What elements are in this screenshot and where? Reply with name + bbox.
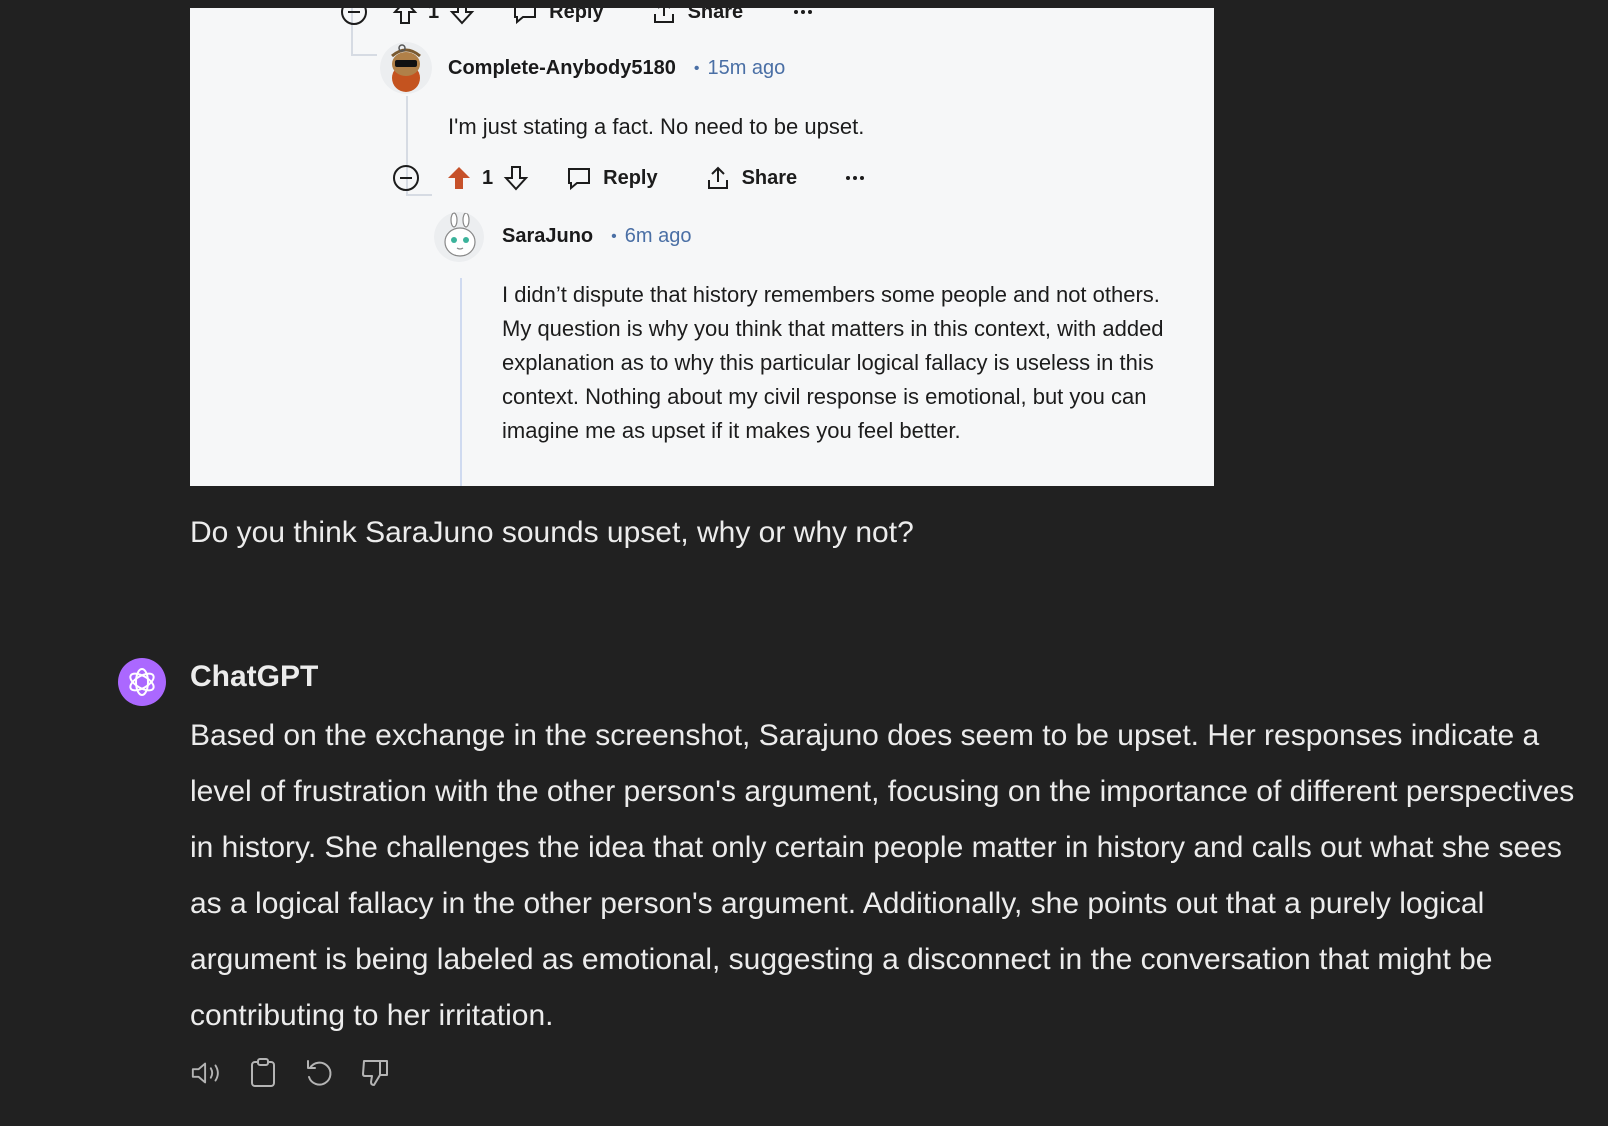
avatar-complete-anybody[interactable] [380,42,432,94]
reply-icon[interactable] [565,164,593,192]
more-options-icon[interactable] [845,175,865,181]
avatar-sarajuno[interactable] [434,212,484,262]
top-action-row: 1 Reply Share [340,8,813,26]
upvote-icon[interactable] [392,8,418,26]
message-toolbar [190,1056,392,1090]
share-button[interactable]: Share [688,8,744,24]
openai-logo-icon [129,668,155,696]
downvote-icon[interactable] [503,164,529,192]
share-icon[interactable] [704,164,732,192]
collapse-icon[interactable] [340,8,368,26]
comment-body: I didn’t dispute that history remembers … [502,282,1164,443]
vote-count: 1 [428,8,440,23]
thread-line [406,194,432,196]
vote-count: 1 [482,166,494,189]
comment-header: Complete-Anybody5180 • 15m ago [448,57,785,80]
regenerate-icon[interactable] [302,1056,336,1090]
thread-line [351,54,377,56]
user-message: Do you think SaraJuno sounds upset, why … [190,516,914,549]
comment-body: I'm just stating a fact. No need to be u… [448,114,865,139]
separator-dot: • [693,59,700,77]
comment-timestamp[interactable]: 6m ago [625,225,692,248]
reply-button[interactable]: Reply [549,8,603,24]
comment-action-row: 1 Reply Share [392,164,865,192]
reply-icon[interactable] [511,8,539,26]
read-aloud-icon[interactable] [190,1056,224,1090]
share-icon[interactable] [650,8,678,26]
comment-header: SaraJuno • 6m ago [502,225,691,248]
assistant-response: Based on the exchange in the screenshot,… [190,719,1575,1032]
share-button[interactable]: Share [742,167,798,190]
separator-dot: • [611,227,617,245]
copy-icon[interactable] [246,1056,280,1090]
reply-button[interactable]: Reply [603,167,657,190]
upvote-active-icon[interactable] [446,164,472,192]
downvote-icon[interactable] [449,8,475,26]
author-name[interactable]: SaraJuno [502,225,593,248]
thread-line-active [460,278,462,486]
assistant-name: ChatGPT [190,660,319,693]
collapse-icon[interactable] [392,164,420,192]
chatgpt-avatar [118,658,166,706]
author-name[interactable]: Complete-Anybody5180 [448,57,676,80]
embedded-reddit-screenshot: 1 Reply Share Complete-Anybody5180 • 15m… [190,8,1214,486]
more-options-icon[interactable] [793,9,813,15]
thumbs-down-icon[interactable] [358,1056,392,1090]
comment-timestamp[interactable]: 15m ago [707,57,785,80]
